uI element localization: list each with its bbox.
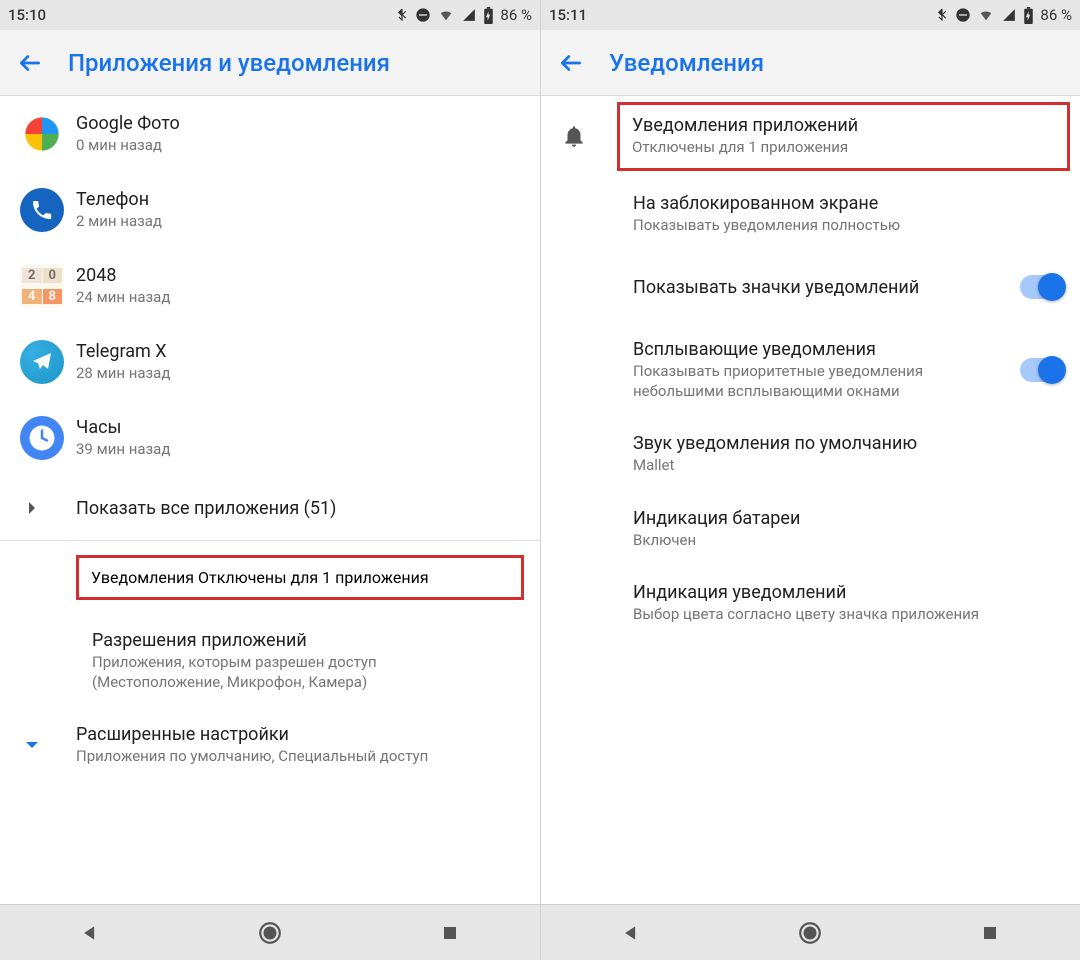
wifi-icon — [977, 8, 995, 22]
item-title: Индикация уведомлений — [633, 582, 1048, 603]
section-title: Уведомления — [91, 568, 194, 587]
header: Приложения и уведомления — [0, 30, 540, 96]
app-row-2048[interactable]: 2 0 4 8 2048 24 мин назад — [0, 248, 540, 324]
page-title: Приложения и уведомления — [68, 49, 390, 77]
app-notifications-row[interactable]: Уведомления приложений Отключены для 1 п… — [541, 96, 1080, 177]
app-name: Google Фото — [76, 113, 524, 134]
nav-back-button[interactable] — [616, 918, 646, 948]
battery-icon — [483, 7, 494, 24]
popup-row[interactable]: Всплывающие уведомления Показывать приор… — [541, 323, 1080, 417]
clock-icon — [20, 416, 64, 460]
nav-recent-button[interactable] — [435, 918, 465, 948]
battery-indicator-row[interactable]: Индикация батареи Включен — [541, 492, 1080, 567]
advanced-section[interactable]: Расширенные настройки Приложения по умол… — [0, 708, 540, 783]
app-name: Часы — [76, 417, 524, 438]
item-sub: Показывать приоритетные уведомления небо… — [633, 362, 996, 401]
content: Уведомления приложений Отключены для 1 п… — [541, 96, 1080, 904]
status-icons: 86 % — [395, 6, 532, 24]
item-title: Звук уведомления по умолчанию — [633, 433, 1048, 454]
header: Уведомления — [541, 30, 1080, 96]
notifications-section[interactable]: Уведомления Отключены для 1 приложения — [76, 555, 524, 600]
app-sub: 24 мин назад — [76, 288, 524, 308]
nav-back-button[interactable] — [75, 918, 105, 948]
game-2048-icon: 2 0 4 8 — [20, 264, 64, 308]
app-name: Telegram X — [76, 341, 524, 362]
signal-icon — [461, 8, 477, 22]
back-button[interactable] — [557, 49, 585, 77]
item-title: Показывать значки уведомлений — [633, 277, 996, 298]
item-title: На заблокированном экране — [633, 193, 1048, 214]
app-sub: 28 мин назад — [76, 364, 524, 384]
item-title: Индикация батареи — [633, 508, 1048, 529]
back-button[interactable] — [16, 49, 44, 77]
chevron-right-icon — [20, 496, 44, 520]
google-photos-icon — [20, 112, 64, 156]
page-title: Уведомления — [609, 49, 764, 77]
wifi-icon — [437, 8, 455, 22]
app-row-google-photos[interactable]: Google Фото 0 мин назад — [0, 96, 540, 172]
app-row-telegram[interactable]: Telegram X 28 мин назад — [0, 324, 540, 400]
app-sub: 39 мин назад — [76, 440, 524, 460]
bell-icon — [561, 123, 587, 149]
dnd-icon — [415, 7, 431, 23]
telegram-icon — [20, 340, 64, 384]
nav-home-button[interactable] — [795, 918, 825, 948]
battery-pct: 86 % — [500, 6, 532, 24]
app-row-clock[interactable]: Часы 39 мин назад — [0, 400, 540, 476]
badges-toggle[interactable] — [1020, 275, 1064, 299]
nav-home-button[interactable] — [255, 918, 285, 948]
item-title: Уведомления приложений — [632, 115, 1055, 136]
phone-left: 15:10 86 % — [0, 0, 540, 960]
bluetooth-icon — [935, 7, 949, 23]
status-icons: 86 % — [935, 6, 1072, 24]
section-title: Разрешения приложений — [92, 630, 508, 651]
permissions-section[interactable]: Разрешения приложений Приложения, которы… — [0, 614, 540, 708]
chevron-down-icon — [20, 733, 44, 757]
badges-row[interactable]: Показывать значки уведомлений — [541, 251, 1080, 323]
nav-recent-button[interactable] — [975, 918, 1005, 948]
status-time: 15:10 — [8, 6, 46, 24]
show-all-label: Показать все приложения (51) — [76, 498, 524, 519]
section-sub: Отключены для 1 приложения — [198, 568, 429, 587]
item-sub: Включен — [633, 531, 1048, 551]
app-row-phone[interactable]: Телефон 2 мин назад — [0, 172, 540, 248]
app-sub: 2 мин назад — [76, 212, 524, 232]
battery-icon — [1023, 7, 1034, 24]
notif-indicator-row[interactable]: Индикация уведомлений Выбор цвета соглас… — [541, 566, 1080, 641]
sound-row[interactable]: Звук уведомления по умолчанию Mallet — [541, 417, 1080, 492]
section-title: Расширенные настройки — [76, 724, 524, 745]
status-time: 15:11 — [549, 6, 587, 24]
app-name: Телефон — [76, 189, 524, 210]
status-bar: 15:11 86 % — [541, 0, 1080, 30]
content: Google Фото 0 мин назад Телефон 2 мин на… — [0, 96, 540, 904]
section-sub: Приложения, которым разрешен доступ (Мес… — [92, 653, 508, 692]
item-title: Всплывающие уведомления — [633, 339, 996, 360]
item-sub: Выбор цвета согласно цвету значка прилож… — [633, 605, 1048, 625]
dnd-icon — [955, 7, 971, 23]
item-sub: Отключены для 1 приложения — [632, 138, 1055, 158]
nav-bar — [541, 904, 1080, 960]
show-all-apps[interactable]: Показать все приложения (51) — [0, 476, 540, 540]
lockscreen-row[interactable]: На заблокированном экране Показывать уве… — [541, 177, 1080, 252]
phone-right: 15:11 86 % — [540, 0, 1080, 960]
phone-icon — [20, 188, 64, 232]
signal-icon — [1001, 8, 1017, 22]
item-sub: Mallet — [633, 456, 1048, 476]
app-sub: 0 мин назад — [76, 136, 524, 156]
item-sub: Показывать уведомления полностью — [633, 216, 1048, 236]
app-name: 2048 — [76, 265, 524, 286]
bluetooth-icon — [395, 7, 409, 23]
section-sub: Приложения по умолчанию, Специальный дос… — [76, 747, 524, 767]
status-bar: 15:10 86 % — [0, 0, 540, 30]
popup-toggle[interactable] — [1020, 358, 1064, 382]
battery-pct: 86 % — [1040, 6, 1072, 24]
nav-bar — [0, 904, 540, 960]
